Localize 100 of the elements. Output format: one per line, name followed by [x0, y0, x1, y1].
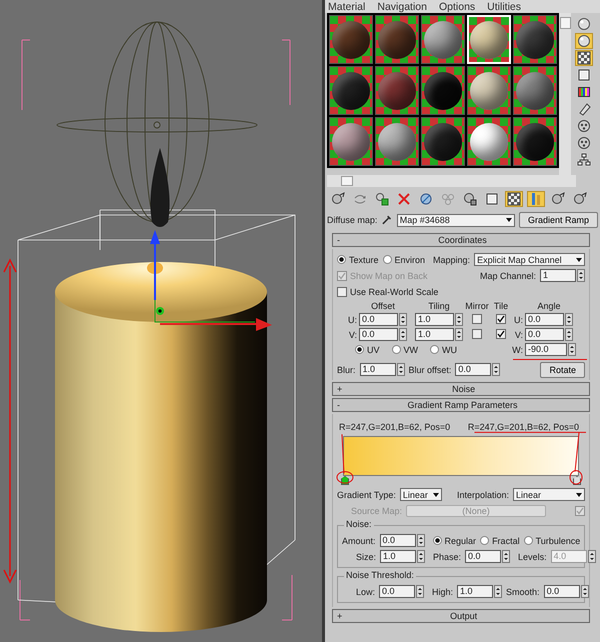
number-field[interactable]: 0.0 [544, 585, 580, 598]
sphere-arrow-icon[interactable] [329, 191, 347, 207]
field-label: Blur: [337, 364, 356, 374]
material-slot[interactable] [467, 117, 511, 166]
sphere-icon[interactable] [575, 33, 593, 49]
checker-icon[interactable] [575, 50, 593, 66]
dropdown[interactable]: Map #34688 [396, 214, 515, 226]
material-slot[interactable] [375, 15, 419, 64]
spinner-button[interactable] [492, 363, 500, 376]
number-field[interactable]: 1.0 [457, 585, 494, 598]
menu-item[interactable]: Utilities [487, 0, 522, 12]
menu-item[interactable]: Navigation [377, 0, 427, 12]
material-slot[interactable] [421, 66, 465, 115]
spinner-button[interactable] [399, 328, 407, 341]
checkbox[interactable] [496, 314, 506, 324]
spinner-button[interactable] [565, 328, 573, 341]
rollout-header[interactable]: + Noise [332, 382, 590, 396]
material-slot[interactable] [329, 15, 373, 64]
field-label: Smooth: [506, 586, 540, 596]
sphere-icon[interactable] [575, 16, 593, 32]
spinner-button[interactable] [568, 343, 576, 356]
spinner-button[interactable] [417, 550, 426, 563]
sphere-arrow-icon[interactable] [549, 191, 567, 207]
radio-button[interactable]: VW [392, 344, 418, 354]
field-label: Map Channel: [480, 270, 536, 280]
field-label: Tile [494, 301, 508, 311]
sphere-dots-icon[interactable] [575, 135, 593, 151]
number-field[interactable]: 1.0 [415, 328, 454, 341]
sphere-arrow-icon[interactable] [571, 191, 589, 207]
field-label: Levels: [518, 552, 547, 562]
number-field[interactable]: 1.0 [380, 550, 416, 563]
dropdown[interactable]: Explicit Map Channel [474, 253, 585, 266]
material-slot[interactable] [375, 66, 419, 115]
spinner-button[interactable] [416, 585, 424, 598]
number-field[interactable]: 1.0 [360, 363, 396, 376]
number-field[interactable]: 0.0 [359, 328, 398, 341]
number-field[interactable]: 0.0 [379, 585, 416, 598]
dropdown[interactable]: Linear [513, 488, 585, 501]
menu-item[interactable]: Options [438, 0, 476, 12]
material-slot[interactable] [513, 117, 557, 166]
gradient-ramp[interactable] [343, 436, 579, 476]
material-slot[interactable] [467, 66, 511, 115]
map-type-button[interactable]: Gradient Ramp [518, 212, 598, 228]
radio-button[interactable]: Turbulence [524, 536, 580, 546]
dropdown[interactable]: Linear [400, 488, 442, 501]
number-field[interactable]: 0.0 [525, 313, 564, 326]
rollout-header[interactable]: + Output [332, 609, 590, 623]
menu-item[interactable]: Material [328, 0, 366, 12]
number-field[interactable]: 0.0 [525, 328, 564, 341]
field-label: Size: [356, 552, 376, 562]
number-field[interactable]: 0.0 [359, 313, 398, 326]
spinner-button[interactable] [399, 313, 407, 326]
sphere-dots-icon[interactable] [575, 118, 593, 134]
material-slot[interactable] [329, 117, 373, 166]
checkbox[interactable] [472, 328, 482, 338]
spinner-button[interactable] [565, 313, 573, 326]
field-label: Diffuse map: [327, 215, 378, 225]
annotation-line [342, 434, 344, 474]
color-bars-icon[interactable] [575, 84, 593, 100]
number-field[interactable]: 1.0 [415, 313, 454, 326]
spinner-button[interactable] [455, 313, 463, 326]
radio-button[interactable]: Fractal [480, 536, 520, 546]
material-slot[interactable] [513, 15, 557, 64]
rollout-header[interactable]: - Gradient Ramp Parameters [332, 398, 590, 412]
spinner-button[interactable] [494, 585, 502, 598]
number-field[interactable]: 0.0 [465, 550, 502, 563]
spinner-button[interactable] [577, 269, 585, 282]
cube-icon[interactable] [373, 191, 391, 207]
radio-button[interactable]: UV [355, 344, 380, 354]
field-label: Gradient Type: [337, 490, 396, 500]
material-slot[interactable] [329, 66, 373, 115]
material-slot[interactable] [421, 15, 465, 64]
radio-button[interactable]: Environ [382, 254, 426, 264]
material-slot[interactable] [421, 117, 465, 166]
eyedropper-icon[interactable] [381, 214, 393, 226]
scrollbar[interactable] [559, 13, 571, 175]
scrollbar[interactable] [327, 175, 576, 187]
spinner-button[interactable] [502, 550, 510, 563]
number-field[interactable]: 0.0 [380, 534, 416, 547]
number-field[interactable]: -90.0 [525, 343, 567, 356]
spinner-button[interactable] [455, 328, 463, 341]
tree-icon[interactable] [575, 152, 593, 168]
rotate-button[interactable]: Rotate [540, 362, 585, 378]
caret-icon [506, 218, 512, 222]
radio-button[interactable]: Texture [337, 254, 379, 264]
material-slot[interactable] [375, 117, 419, 166]
spinner-button[interactable] [416, 534, 425, 547]
radio-button[interactable]: WU [430, 344, 458, 354]
spinner-button[interactable] [396, 363, 405, 376]
spinner-button[interactable] [580, 585, 589, 598]
checkbox[interactable] [472, 314, 482, 324]
rollout-header[interactable]: - Coordinates [332, 233, 590, 247]
checker-icon[interactable] [505, 191, 523, 207]
checkbox[interactable]: Use Real-World Scale [337, 286, 438, 296]
sphere-square-icon[interactable] [461, 191, 479, 207]
checkbox[interactable] [496, 329, 506, 339]
number-field[interactable]: 1 [540, 269, 576, 282]
material-slot[interactable] [513, 66, 557, 115]
number-field[interactable]: 0.0 [455, 363, 492, 376]
radio-button[interactable]: Regular [432, 536, 476, 546]
